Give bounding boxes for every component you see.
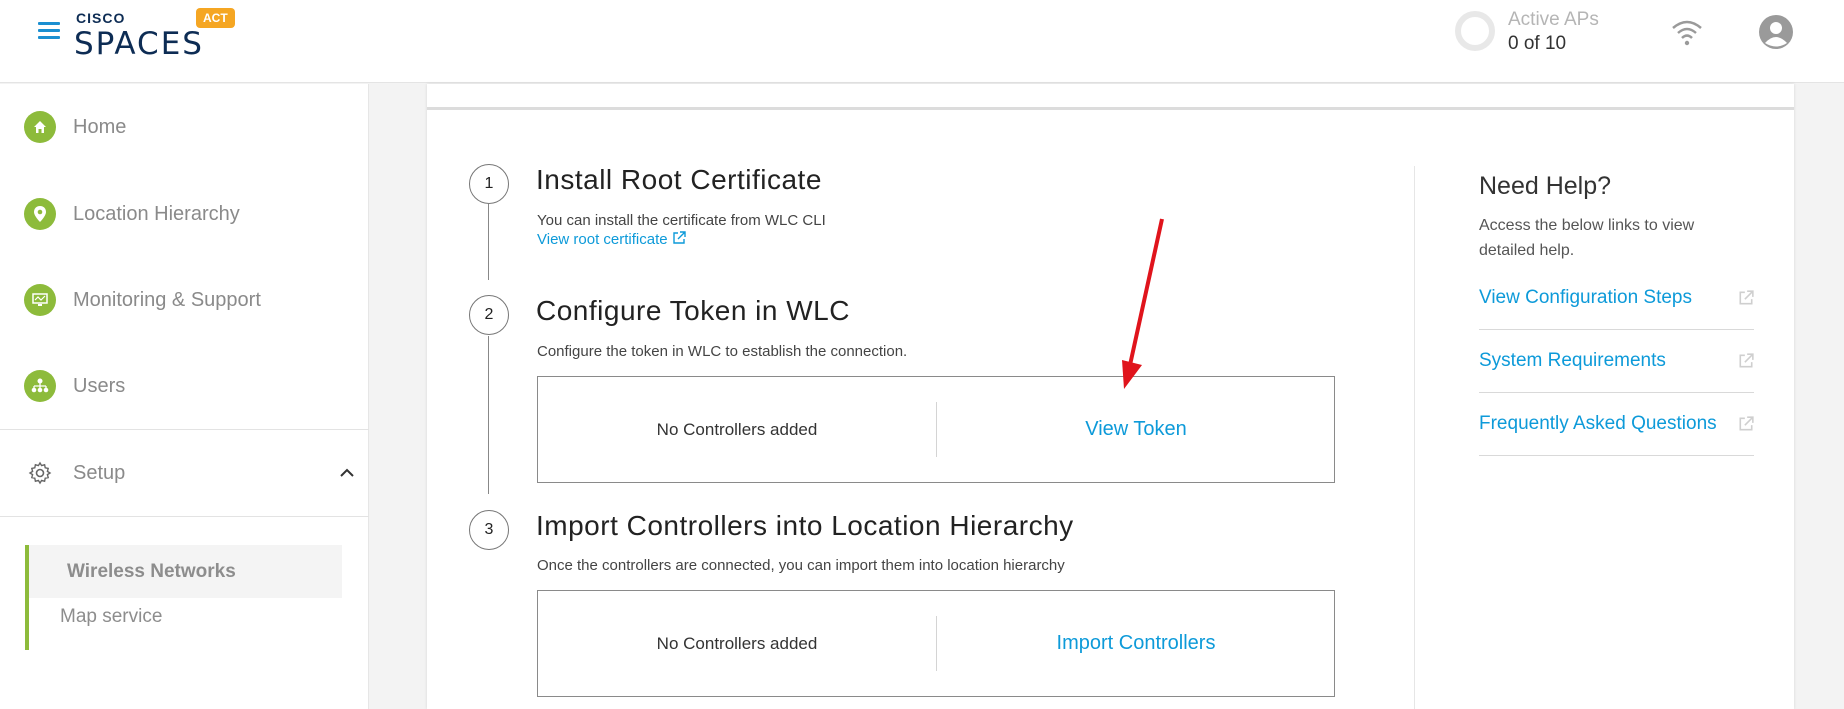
help-description: Access the below links to view detailed …: [1479, 217, 1695, 259]
step-connector: [488, 336, 489, 494]
step-connector: [488, 204, 489, 280]
hamburger-menu-icon[interactable]: [38, 22, 60, 39]
top-header: CISCO SPACES ACT Active APs 0 of 10: [0, 0, 1844, 83]
active-aps-value: 0 of 10: [1508, 33, 1567, 54]
help-link-label: Frequently Asked Questions: [1479, 413, 1717, 434]
sidebar-subitem-map-service[interactable]: Map service: [60, 606, 162, 628]
sidebar-item-users[interactable]: Users: [0, 343, 369, 429]
help-title: Need Help?: [1479, 172, 1612, 200]
location-pin-icon: [24, 198, 56, 230]
sidebar-item-home[interactable]: Home: [0, 84, 369, 170]
user-avatar-icon[interactable]: [1758, 14, 1794, 50]
step-3-description: Once the controllers are connected, you …: [537, 557, 1065, 574]
active-aps-label: Active APs: [1508, 9, 1599, 30]
sidebar-item-label: Location Hierarchy: [73, 202, 240, 225]
sidebar-item-label: Setup: [73, 461, 126, 484]
gear-icon: [28, 461, 52, 485]
help-link-label: View Configuration Steps: [1479, 287, 1692, 308]
no-controllers-text: No Controllers added: [656, 419, 818, 439]
sidebar: Home Location Hierarchy Monitoring & Sup…: [0, 84, 369, 709]
step-3-title: Import Controllers into Location Hierarc…: [536, 510, 1074, 541]
external-link-icon: [673, 231, 686, 244]
step-1-description: You can install the certificate from WLC…: [537, 212, 826, 229]
sidebar-item-monitoring-support[interactable]: Monitoring & Support: [0, 257, 369, 343]
help-link-faq[interactable]: Frequently Asked Questions: [1479, 393, 1754, 456]
help-link-configuration-steps[interactable]: View Configuration Steps: [1479, 267, 1754, 330]
home-icon: [24, 111, 56, 143]
help-link-label: System Requirements: [1479, 350, 1666, 371]
sidebar-subitem-wireless-networks[interactable]: Wireless Networks: [29, 545, 342, 598]
sidebar-divider: [0, 516, 369, 517]
wifi-icon[interactable]: [1670, 18, 1704, 48]
step-number-2: 2: [469, 295, 509, 335]
step-1-title: Install Root Certificate: [536, 164, 822, 195]
monitor-icon: [24, 284, 56, 316]
external-link-icon: [1739, 353, 1754, 368]
annotation-arrow: [1122, 218, 1164, 389]
help-panel-divider: [1414, 166, 1415, 709]
import-controllers-box: No Controllers added Import Controllers: [537, 590, 1335, 697]
view-root-certificate-label: View root certificate: [537, 231, 668, 248]
act-badge: ACT: [196, 8, 235, 28]
step-number-1: 1: [469, 164, 509, 204]
view-root-certificate-link[interactable]: View root certificate: [537, 231, 686, 248]
import-controllers-button[interactable]: Import Controllers: [937, 591, 1335, 696]
token-controllers-box: No Controllers added View Token: [537, 376, 1335, 483]
users-hierarchy-icon: [24, 370, 56, 402]
chevron-up-icon[interactable]: [339, 468, 355, 478]
no-controllers-text: No Controllers added: [656, 633, 818, 653]
step-2-description: Configure the token in WLC to establish …: [537, 343, 908, 360]
help-link-system-requirements[interactable]: System Requirements: [1479, 330, 1754, 393]
sidebar-item-label: Home: [73, 115, 127, 138]
sidebar-item-location-hierarchy[interactable]: Location Hierarchy: [0, 171, 369, 257]
step-number-3: 3: [469, 510, 509, 550]
sidebar-item-label: Monitoring & Support: [73, 288, 261, 311]
active-aps-ring: [1455, 11, 1495, 51]
external-link-icon: [1739, 290, 1754, 305]
external-link-icon: [1739, 416, 1754, 431]
brand-logo[interactable]: SPACES: [74, 26, 204, 62]
step-2-title: Configure Token in WLC: [536, 295, 850, 326]
sidebar-item-setup[interactable]: Setup: [0, 430, 369, 516]
card-top-strip: [427, 84, 1794, 110]
brand-logo-top: CISCO: [76, 10, 126, 26]
sidebar-item-label: Users: [73, 374, 126, 397]
